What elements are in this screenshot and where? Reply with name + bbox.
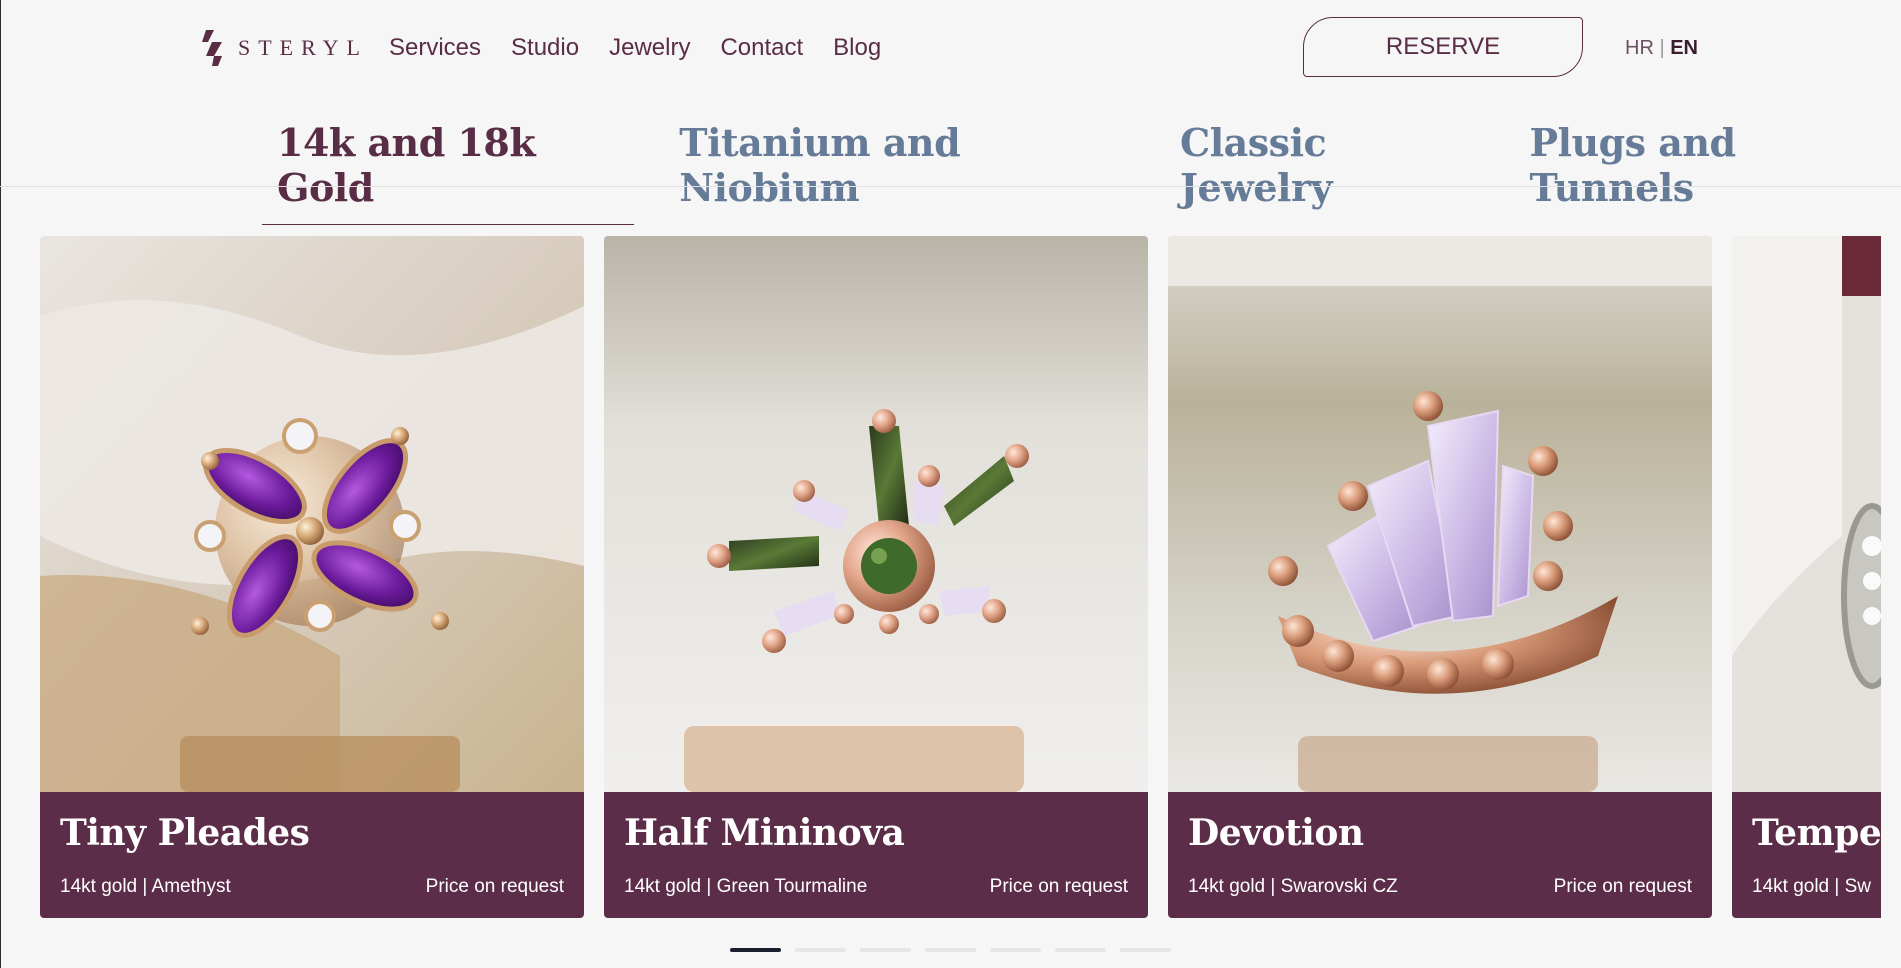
brand-name: STERYL [238,35,368,60]
product-card[interactable]: Tempes 14kt gold | Sw [1732,236,1881,918]
pagination-dot[interactable] [795,948,846,952]
category-tabs: 14k and 18k Gold Titanium and Niobium Cl… [262,120,1901,225]
site-header: STERYL Services Studio Jewelry Contact B… [0,0,1901,95]
nav-jewelry[interactable]: Jewelry [609,34,690,62]
tab-gold[interactable]: 14k and 18k Gold [262,120,635,225]
pagination-dot[interactable] [860,948,911,952]
product-info: Devotion 14kt gold | Swarovski CZ Price … [1168,792,1712,918]
nav-services[interactable]: Services [389,34,481,62]
product-title: Half Mininova [624,812,905,854]
nav-contact[interactable]: Contact [720,34,803,62]
product-title: Tempes [1752,812,1881,854]
lang-en[interactable]: EN [1670,37,1698,59]
main-nav: Services Studio Jewelry Contact Blog [389,34,881,62]
product-material: 14kt gold | Sw [1752,876,1872,897]
lang-hr[interactable]: HR [1625,37,1654,59]
product-card[interactable]: Tiny Pleades 14kt gold | Amethyst Price … [40,236,584,918]
nav-blog[interactable]: Blog [833,34,881,62]
product-material: 14kt gold | Amethyst [60,876,231,897]
product-info: Tiny Pleades 14kt gold | Amethyst Price … [40,792,584,918]
pagination-dot[interactable] [990,948,1041,952]
carousel-pagination [730,948,1171,952]
product-info: Tempes 14kt gold | Sw [1732,792,1881,918]
product-price: Price on request [989,876,1128,897]
pagination-dot[interactable] [730,948,781,952]
tabs-divider [0,186,1901,187]
logo-mark-icon [202,30,222,66]
product-card[interactable]: Half Mininova 14kt gold | Green Tourmali… [604,236,1148,918]
tab-classic-jewelry[interactable]: Classic Jewelry [1165,120,1484,225]
product-image-tourmaline [604,236,1148,792]
tab-titanium-niobium[interactable]: Titanium and Niobium [664,120,1135,225]
pagination-dot[interactable] [925,948,976,952]
product-price: Price on request [425,876,564,897]
product-price: Price on request [1553,876,1692,897]
product-carousel[interactable]: Tiny Pleades 14kt gold | Amethyst Price … [40,236,1881,918]
reserve-button[interactable]: RESERVE [1303,17,1583,77]
product-card[interactable]: Devotion 14kt gold | Swarovski CZ Price … [1168,236,1712,918]
product-material: 14kt gold | Swarovski CZ [1188,876,1398,897]
nav-studio[interactable]: Studio [511,34,579,62]
window-edge [0,0,1,968]
product-image-amethyst [40,236,584,792]
product-title: Tiny Pleades [60,812,310,854]
pagination-dot[interactable] [1120,948,1171,952]
logo[interactable]: STERYL [200,28,368,68]
pagination-dot[interactable] [1055,948,1106,952]
language-switcher: HR | EN [1625,37,1698,60]
lang-separator: | [1659,37,1665,59]
product-image-lavender-cz [1168,236,1712,792]
product-info: Half Mininova 14kt gold | Green Tourmali… [604,792,1148,918]
product-material: 14kt gold | Green Tourmaline [624,876,868,897]
tab-plugs-tunnels[interactable]: Plugs and Tunnels [1514,120,1901,225]
product-image-partial [1732,236,1881,792]
product-title: Devotion [1188,812,1364,854]
